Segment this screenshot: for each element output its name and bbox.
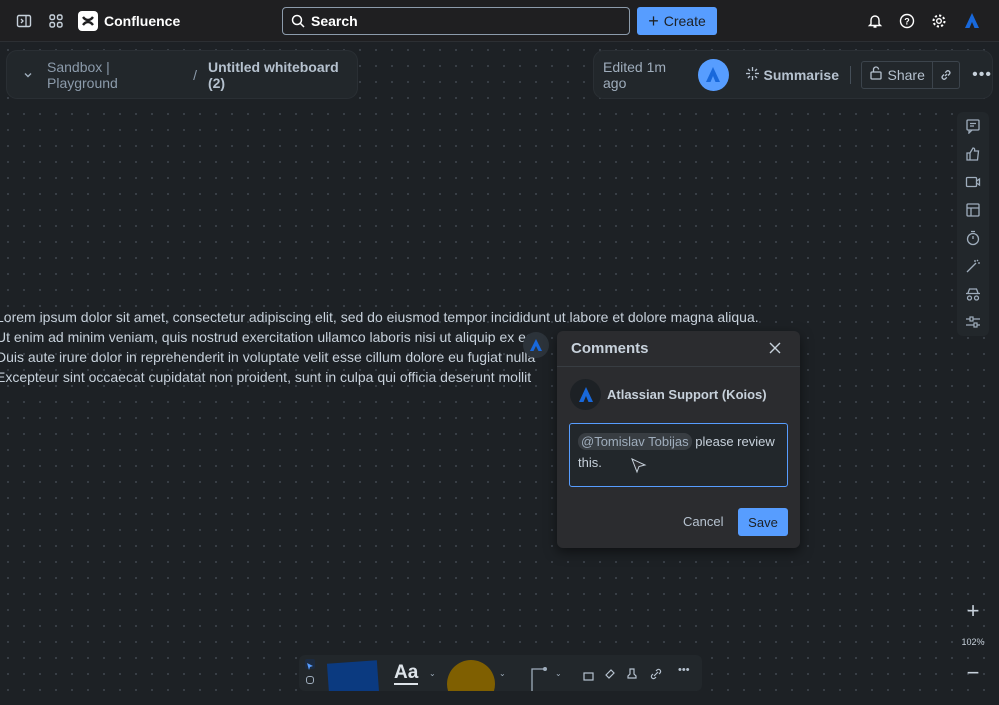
sticky-note-tool[interactable] xyxy=(326,660,380,691)
breadcrumb-separator: / xyxy=(193,66,197,83)
video-icon[interactable] xyxy=(963,172,983,192)
notifications-bell-icon[interactable] xyxy=(867,13,883,29)
author-name: Atlassian Support (Koios) xyxy=(607,387,767,402)
page-title[interactable]: Untitled whiteboard (2) xyxy=(208,59,357,91)
copy-link-button[interactable] xyxy=(933,60,961,89)
text-tool[interactable]: Aa xyxy=(394,663,419,685)
sparkle-icon xyxy=(745,66,759,83)
zoom-out-icon[interactable]: − xyxy=(967,662,980,684)
search-icon xyxy=(291,14,305,28)
collaborator-cursor-avatar xyxy=(523,332,549,358)
zoom-in-icon[interactable]: + xyxy=(967,600,980,622)
dialog-title: Comments xyxy=(571,340,649,357)
more-options-icon[interactable]: ••• xyxy=(972,66,992,84)
text-line: Lorem ipsum dolor sit amet, consectetur … xyxy=(0,309,759,325)
header-actions: Edited 1m ago Summarise Share ••• xyxy=(594,51,992,98)
unlock-icon xyxy=(869,66,882,83)
side-toolbar xyxy=(957,112,989,336)
hand-tool-icon[interactable] xyxy=(306,676,314,684)
magic-wand-icon[interactable] xyxy=(963,256,983,276)
settings-sliders-icon[interactable] xyxy=(963,312,983,332)
create-button[interactable]: + Create xyxy=(637,7,717,35)
template-icon[interactable] xyxy=(963,200,983,220)
bottom-toolbar: Aa ⌄ ⌄ ⌄ ••• xyxy=(299,655,702,691)
breadcrumb-space[interactable]: Sandbox | Playground xyxy=(47,59,182,91)
more-tools-icon[interactable]: ••• xyxy=(678,664,690,676)
comment-icon[interactable] xyxy=(963,116,983,136)
incognito-icon[interactable] xyxy=(963,284,983,304)
share-label: Share xyxy=(887,66,925,83)
share-button[interactable]: Share xyxy=(860,60,934,89)
app-name[interactable]: Confluence xyxy=(104,13,180,29)
zoom-controls: + 102% − xyxy=(957,596,989,688)
mention-chip[interactable]: @Tomislav Tobijas xyxy=(578,433,692,450)
edited-status: Edited 1m ago xyxy=(603,58,667,91)
search-placeholder: Search xyxy=(311,13,358,29)
avatar[interactable] xyxy=(698,58,729,91)
mouse-cursor-icon xyxy=(631,458,647,479)
svg-text:?: ? xyxy=(904,17,910,27)
plus-icon: + xyxy=(648,10,659,31)
summarise-label: Summarise xyxy=(763,66,839,83)
create-label: Create xyxy=(663,13,706,29)
save-button[interactable]: Save xyxy=(738,508,788,536)
sidebar-toggle-icon[interactable] xyxy=(16,13,32,29)
divider xyxy=(850,65,851,84)
chevron-down-icon[interactable] xyxy=(23,67,33,83)
divider xyxy=(557,366,800,367)
zoom-level[interactable]: 102% xyxy=(961,637,984,647)
comments-dialog: Comments Atlassian Support (Koios) @Tomi… xyxy=(557,331,800,548)
atlassian-profile-icon[interactable] xyxy=(963,12,981,30)
loop-components-icon[interactable] xyxy=(604,667,616,685)
close-icon[interactable] xyxy=(768,341,782,360)
cancel-button[interactable]: Cancel xyxy=(683,514,723,529)
breadcrumb: Sandbox | Playground / Untitled whiteboa… xyxy=(7,51,357,98)
search-input[interactable]: Search xyxy=(282,7,630,35)
chevron-down-icon[interactable]: ⌄ xyxy=(429,669,436,678)
chevron-down-icon[interactable]: ⌄ xyxy=(499,669,506,678)
section-icon[interactable] xyxy=(583,668,594,686)
top-navigation: Confluence Search + Create ? xyxy=(0,0,999,42)
stamp-icon[interactable] xyxy=(627,667,637,685)
chevron-down-icon[interactable]: ⌄ xyxy=(555,669,562,678)
confluence-logo-icon[interactable] xyxy=(78,11,98,31)
author-avatar xyxy=(570,379,601,410)
app-switcher-icon[interactable] xyxy=(48,13,64,29)
link-icon xyxy=(941,69,951,80)
settings-gear-icon[interactable] xyxy=(931,13,947,29)
connector-tool-icon[interactable] xyxy=(531,665,549,691)
select-tool-icon[interactable] xyxy=(305,659,315,670)
summarise-button[interactable]: Summarise xyxy=(745,66,839,83)
link-icon[interactable] xyxy=(650,667,662,685)
timer-icon[interactable] xyxy=(963,228,983,248)
comment-input[interactable]: @Tomislav Tobijas please review this. xyxy=(569,423,788,487)
help-icon[interactable]: ? xyxy=(899,13,915,29)
thumbs-up-icon[interactable] xyxy=(963,144,983,164)
shape-tool[interactable] xyxy=(447,660,495,691)
